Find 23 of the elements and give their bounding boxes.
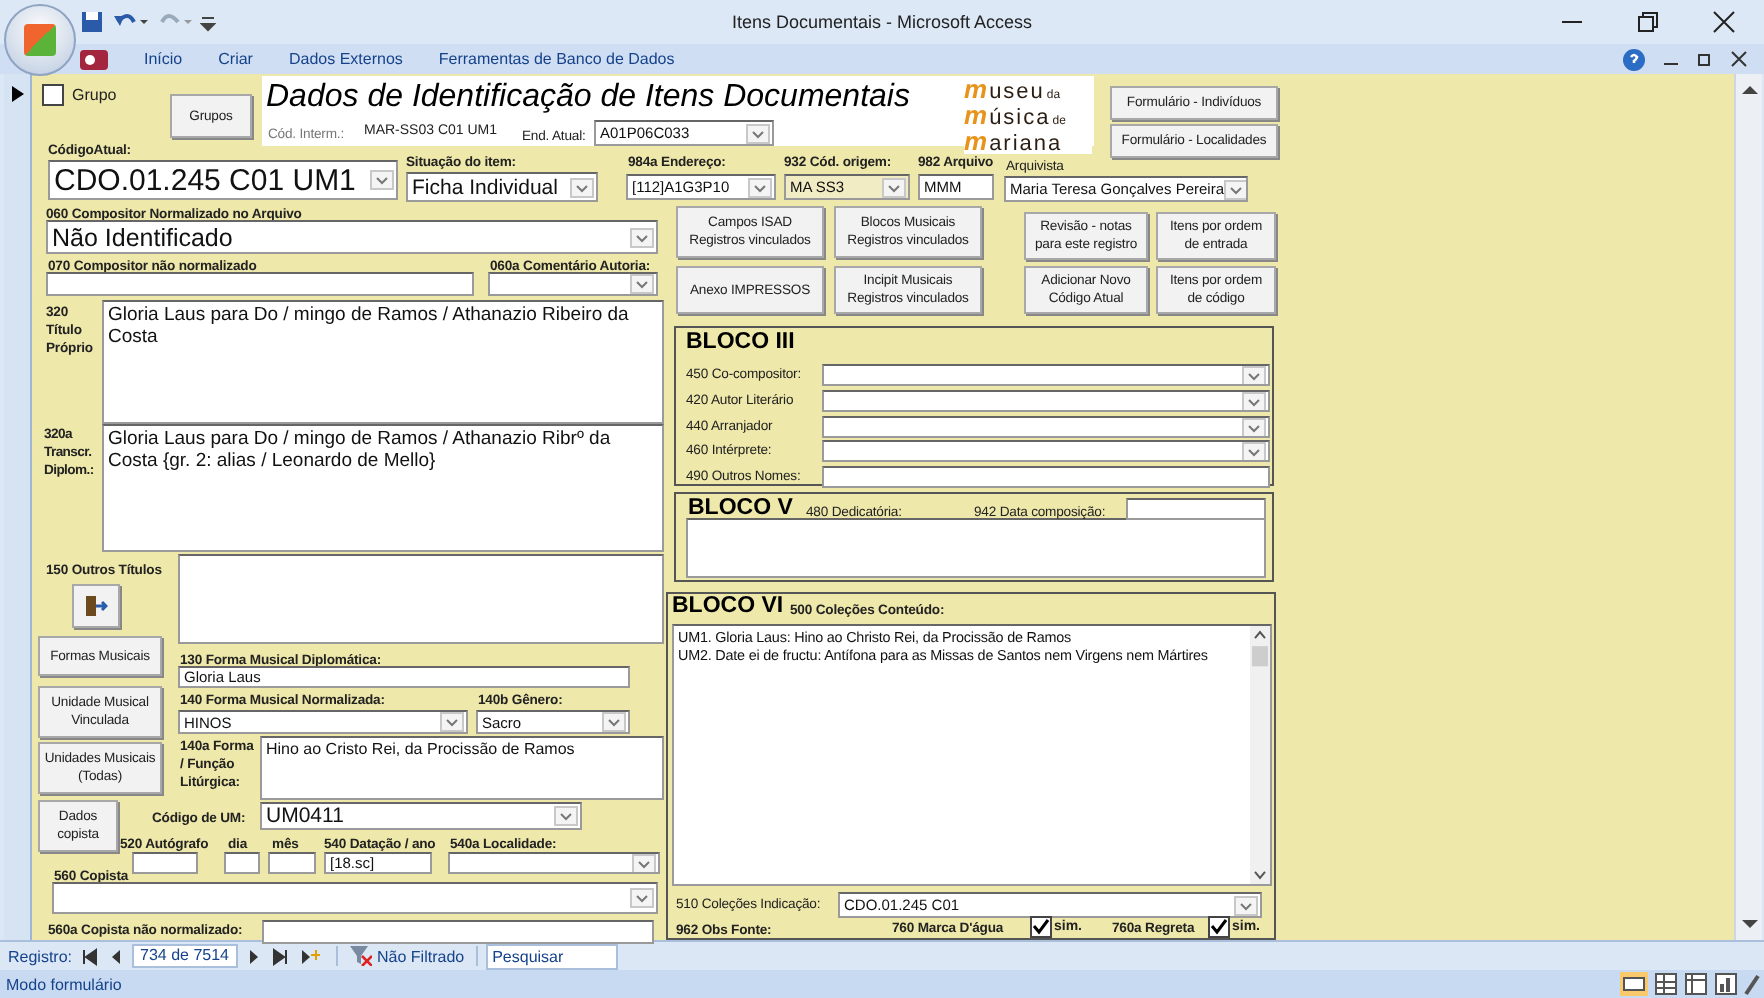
section-title: BLOCO VI [672, 594, 784, 618]
ribbon-tab[interactable]: Ferramentas de Banco de Dados [438, 50, 675, 68]
dropdown-field[interactable]: CDO.01.245 C01 UM1 [48, 160, 398, 200]
section-title: BLOCO III [686, 330, 795, 354]
ribbon-tab[interactable]: Dados Externos [288, 50, 403, 68]
form-title: Dados de Identificação de Itens Documentais [266, 80, 910, 116]
search-field[interactable]: Pesquisar [486, 943, 619, 969]
section-title: BLOCO V [688, 496, 793, 520]
text-area[interactable]: Gloria Laus para Do / mingo de Ramos / Athanazio Ribrº da Costa {gr. 2: alias / Leonardo de Mello} [102, 424, 664, 552]
text-area[interactable]: Hino ao Cristo Rei, da Procissão de Ramos [260, 736, 664, 800]
ribbon-tab[interactable]: Criar [218, 50, 253, 68]
record-number-field[interactable]: 734 de 7514 [132, 944, 238, 968]
ribbon-tab[interactable]: Início [144, 50, 183, 68]
filter-status[interactable]: Não Filtrado [335, 946, 479, 966]
window-title: Itens Documentais - Microsoft Access [731, 12, 1033, 32]
dropdown-field[interactable]: UM0411 [260, 802, 582, 830]
status-text: Modo formulário [4, 975, 122, 993]
dropdown-field[interactable]: Ficha Individual [406, 172, 598, 202]
record-label: Registro: [8, 947, 73, 965]
checkbox-label: Grupo [72, 86, 117, 104]
text-area[interactable]: Gloria Laus para Do / mingo de Ramos / Athanazio Ribeiro da Costa [102, 300, 664, 424]
dropdown-field[interactable]: Não Identificado [46, 220, 658, 254]
filter-label: Não Filtrado [377, 947, 465, 965]
